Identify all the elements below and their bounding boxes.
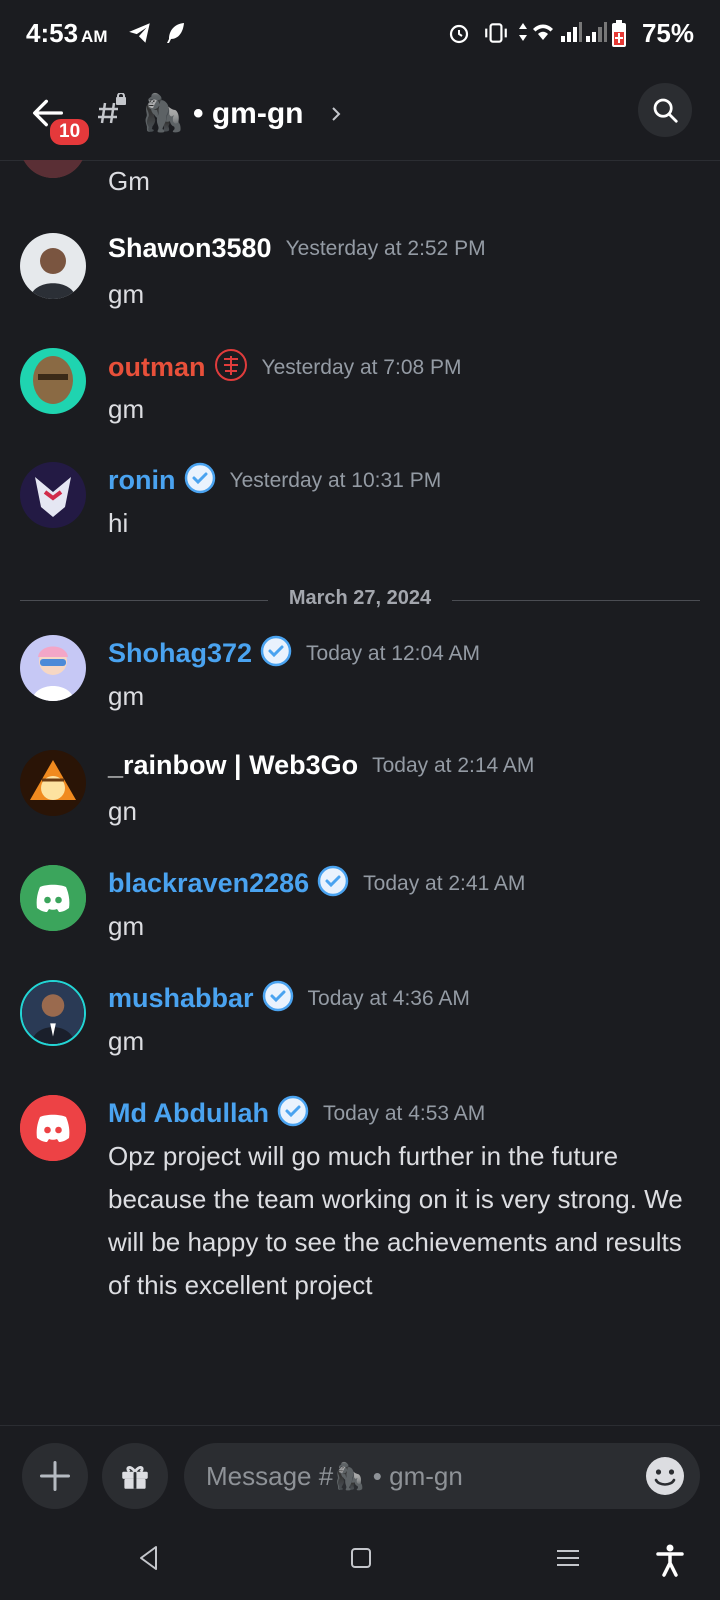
attach-button[interactable] (22, 1443, 88, 1509)
channel-name[interactable]: • gm-gn (193, 97, 303, 131)
feather-icon (164, 20, 188, 51)
timestamp: Today at 12:04 AM (306, 641, 480, 665)
avatar[interactable] (20, 750, 86, 816)
verified-icon (184, 462, 216, 499)
telegram-icon (127, 20, 153, 51)
author-name[interactable]: Shohag372 (108, 638, 252, 669)
timestamp: Today at 2:41 AM (363, 871, 526, 895)
gift-icon (122, 1466, 148, 1489)
vibrate-icon (483, 20, 509, 51)
avatar[interactable] (20, 233, 86, 299)
date-divider: March 27, 2024 (20, 585, 700, 615)
verified-icon (277, 1095, 309, 1132)
channel-emoji: 🦍 (140, 92, 185, 133)
nav-recents-button[interactable] (555, 1543, 581, 1578)
signal-icon-2 (585, 20, 607, 49)
system-nav-bar (0, 1525, 720, 1600)
message-text: Gm (108, 166, 150, 196)
avatar[interactable] (20, 980, 86, 1046)
message-text: gm (108, 1026, 145, 1056)
verified-icon (317, 865, 349, 902)
channel-header: 10 🦍 • gm-gn (0, 75, 720, 161)
avatar[interactable] (20, 462, 86, 528)
message-text: gn (108, 796, 137, 826)
avatar[interactable] (20, 1095, 86, 1161)
accessibility-icon (656, 1544, 684, 1577)
discord-logo-icon (20, 865, 86, 931)
locked-channel-hash-icon (96, 92, 130, 132)
search-button[interactable] (638, 83, 692, 137)
discord-logo-icon (20, 1095, 86, 1161)
message-composer: Message #🦍 • gm-gn (0, 1425, 720, 1521)
plus-icon (40, 1461, 70, 1491)
chevron-right-icon[interactable] (330, 105, 342, 128)
timestamp: Yesterday at 7:08 PM (261, 355, 462, 379)
gift-button[interactable] (102, 1443, 168, 1509)
timestamp: Yesterday at 10:31 PM (229, 468, 442, 492)
unread-badge: 10 (47, 116, 93, 148)
status-bar: 4:53 AM 75% (0, 0, 720, 70)
nav-back-button[interactable] (136, 1543, 162, 1578)
timestamp: Today at 4:53 AM (322, 1101, 486, 1125)
timestamp: Today at 2:14 AM (372, 753, 535, 777)
clock: 4:53 AM (26, 18, 108, 48)
search-icon (653, 98, 678, 123)
nav-accessibility-button[interactable] (655, 1543, 685, 1582)
author-name[interactable]: Shawon3580 (108, 233, 272, 264)
battery-percentage: 75% (641, 18, 694, 48)
smiley-icon (646, 1457, 684, 1495)
message-input[interactable]: Message #🦍 • gm-gn (184, 1443, 700, 1509)
wifi-icon (530, 20, 556, 49)
message-text: gm (108, 681, 145, 711)
author-name[interactable]: blackraven2286 (108, 868, 309, 899)
message-text: hi (108, 508, 129, 538)
verified-icon (260, 635, 292, 672)
avatar[interactable] (20, 348, 86, 414)
data-icon (518, 20, 528, 49)
square-home-icon (351, 1548, 371, 1568)
divider-line-right (452, 600, 700, 601)
role-badge-icon (214, 348, 248, 387)
signal-icon (560, 20, 582, 49)
verified-icon (262, 980, 294, 1017)
message-text: gm (108, 911, 145, 941)
timestamp: Yesterday at 2:52 PM (285, 236, 486, 260)
emoji-button[interactable] (644, 1455, 686, 1502)
timestamp: Today at 4:36 AM (307, 986, 470, 1010)
author-name[interactable]: _rainbow | Web3Go (108, 750, 358, 781)
date-divider-label: March 27, 2024 (288, 587, 432, 609)
message-input-placeholder: Message #🦍 • gm-gn (206, 1461, 463, 1491)
alarm-icon (447, 20, 471, 51)
avatar[interactable] (20, 635, 86, 701)
triangle-back-icon (140, 1546, 157, 1570)
author-name[interactable]: ronin (108, 465, 176, 496)
message-text: gm (108, 394, 145, 424)
avatar[interactable] (20, 160, 86, 178)
author-name[interactable]: mushabbar (108, 983, 254, 1014)
author-name[interactable]: Md Abdullah (108, 1098, 269, 1129)
message-list[interactable]: Gm Shawon3580 Yesterday at 2:52 PM gm ou… (0, 160, 720, 1420)
author-name[interactable]: outman (108, 352, 206, 383)
battery-icon (611, 20, 627, 53)
nav-home-button[interactable] (349, 1543, 373, 1578)
menu-lines-icon (557, 1550, 579, 1566)
message-text: gm (108, 279, 145, 309)
message-text: Opz project will go much further in the … (108, 1141, 683, 1300)
avatar[interactable] (20, 865, 86, 931)
